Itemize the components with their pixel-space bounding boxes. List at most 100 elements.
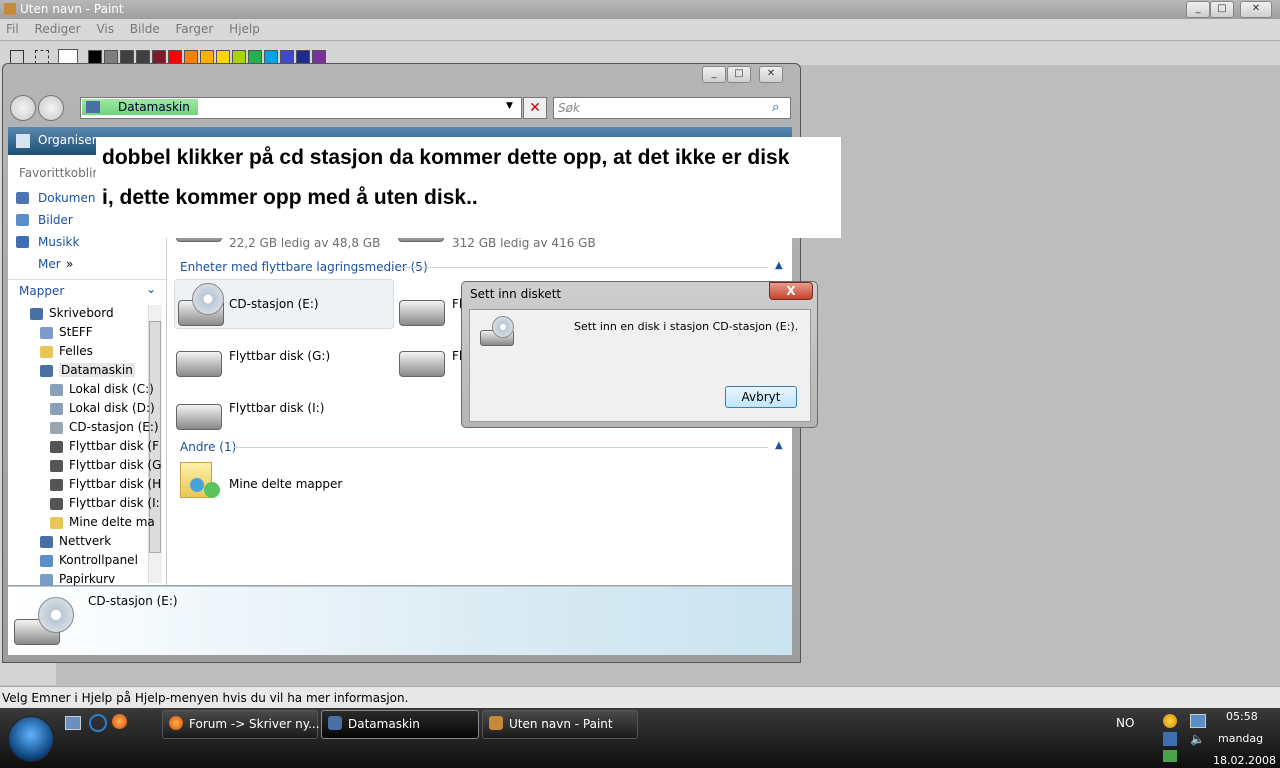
volume-icon[interactable]: 🔈: [1190, 732, 1205, 746]
taskbar-button-forum[interactable]: Forum -> Skriver ny...: [162, 710, 320, 739]
tree-item[interactable]: Papirkurv: [59, 572, 115, 586]
paint-menu-bar: Fil Rediger Vis Bilde Farger Hjelp: [0, 19, 1280, 41]
drive-g-icon[interactable]: [176, 351, 222, 377]
palette-swatch[interactable]: [120, 50, 134, 64]
palette-swatch[interactable]: [280, 50, 294, 64]
shared-folders-label[interactable]: Mine delte mapper: [229, 477, 342, 491]
taskbar-button-paint[interactable]: Uten navn - Paint: [482, 710, 638, 739]
maximize-button[interactable]: □: [1210, 1, 1234, 18]
organize-button[interactable]: Organiser: [38, 133, 97, 147]
annotation-box: dobbel klikker på cd stasjon da kommer d…: [96, 137, 841, 238]
drive-i-label[interactable]: Flyttbar disk (I:): [229, 401, 324, 415]
menu-farger[interactable]: Farger: [170, 19, 220, 39]
network-icon[interactable]: [1190, 714, 1206, 728]
palette-swatch[interactable]: [104, 50, 118, 64]
group-collapse-icon[interactable]: ▲: [775, 260, 783, 271]
menu-rediger[interactable]: Rediger: [29, 19, 87, 39]
tree-item[interactable]: Flyttbar disk (H: [69, 477, 161, 491]
clock-time[interactable]: 05:58: [1226, 710, 1258, 723]
tree-item[interactable]: Kontrollpanel: [59, 553, 138, 567]
minimize-button[interactable]: _: [1186, 1, 1210, 18]
cd-drive-label[interactable]: CD-stasjon (E:): [229, 297, 319, 311]
computer-icon: [86, 101, 100, 113]
tree-item[interactable]: CD-stasjon (E:): [69, 420, 159, 434]
tree-item[interactable]: Mine delte ma: [69, 515, 155, 529]
firefox-icon[interactable]: [112, 714, 127, 729]
palette-swatch[interactable]: [152, 50, 166, 64]
dialog-close-button[interactable]: X: [769, 282, 813, 300]
favorite-pictures[interactable]: Bilder: [38, 213, 73, 227]
tree-item[interactable]: StEFF: [59, 325, 93, 339]
tray-update-icon[interactable]: [1163, 750, 1177, 762]
internet-explorer-icon[interactable]: [89, 714, 107, 732]
palette-swatch[interactable]: [136, 50, 150, 64]
other-group-header[interactable]: Andre (1): [180, 440, 236, 454]
search-input[interactable]: Søk ⌕: [553, 97, 791, 119]
drive-h-icon[interactable]: [399, 351, 445, 377]
favorite-more[interactable]: Mer: [38, 257, 61, 271]
drive-i-icon[interactable]: [176, 404, 222, 430]
folders-header-bar[interactable]: Mapper ⌄: [8, 279, 166, 302]
tree-item[interactable]: Lokal disk (C:): [69, 382, 154, 396]
explorer-maximize-button[interactable]: □: [727, 66, 751, 83]
tree-item[interactable]: Datamaskin: [59, 363, 135, 377]
palette-swatch[interactable]: [184, 50, 198, 64]
tree-item[interactable]: Flyttbar disk (I:: [69, 496, 160, 510]
explorer-close-button[interactable]: ✕: [759, 66, 783, 83]
removable-group-header[interactable]: Enheter med flyttbare lagringsmedier (5): [180, 260, 428, 274]
menu-bilde[interactable]: Bilde: [124, 19, 166, 39]
search-placeholder: Søk: [558, 101, 580, 115]
palette-swatch[interactable]: [296, 50, 310, 64]
search-icon[interactable]: ⌕: [772, 100, 779, 115]
explorer-minimize-button[interactable]: _: [702, 66, 726, 83]
tree-item[interactable]: Lokal disk (D:): [69, 401, 155, 415]
tree-item-icon: [50, 403, 63, 415]
back-button[interactable]: [10, 95, 36, 121]
more-chevron-icon[interactable]: »: [66, 257, 73, 271]
palette-swatch[interactable]: [248, 50, 262, 64]
palette-swatch[interactable]: [312, 50, 326, 64]
language-indicator[interactable]: NO: [1116, 716, 1134, 730]
palette-swatch[interactable]: [232, 50, 246, 64]
select-icon[interactable]: [35, 50, 49, 64]
tree-item-icon: [50, 460, 63, 472]
breadcrumb-datamaskin[interactable]: Datamaskin: [118, 100, 190, 114]
clock-date[interactable]: 18.02.2008: [1213, 754, 1276, 767]
collapse-chevron-icon[interactable]: ⌄: [146, 282, 156, 296]
cd-disc-icon: [192, 283, 224, 315]
free-select-icon[interactable]: [10, 50, 24, 64]
breadcrumb[interactable]: Datamaskin: [82, 99, 198, 115]
palette-swatch[interactable]: [200, 50, 214, 64]
folders-header[interactable]: Mapper: [19, 284, 64, 298]
group-divider: [233, 447, 768, 448]
start-button[interactable]: [8, 716, 54, 762]
favorite-music[interactable]: Musikk: [38, 235, 79, 249]
tray-media-icon[interactable]: [1163, 732, 1177, 746]
drive-f-icon[interactable]: [399, 300, 445, 326]
details-cd-icon: [38, 597, 74, 633]
address-dropdown-icon[interactable]: ▼: [506, 101, 513, 111]
menu-vis[interactable]: Vis: [90, 19, 120, 39]
stop-icon[interactable]: ✕: [523, 97, 547, 119]
dialog-message: Sett inn en disk i stasjon CD-stasjon (E…: [574, 320, 799, 333]
tree-item[interactable]: Skrivebord: [49, 306, 114, 320]
group-collapse-icon[interactable]: ▲: [775, 440, 783, 451]
palette-swatch[interactable]: [216, 50, 230, 64]
tree-item[interactable]: Felles: [59, 344, 93, 358]
tree-item[interactable]: Flyttbar disk (G: [69, 458, 161, 472]
cancel-button[interactable]: Avbryt: [725, 386, 797, 408]
tree-item[interactable]: Flyttbar disk (F: [69, 439, 159, 453]
palette-swatch[interactable]: [264, 50, 278, 64]
show-desktop-icon[interactable]: [65, 716, 81, 730]
tray-security-icon[interactable]: [1163, 714, 1177, 728]
taskbar-button-datamaskin[interactable]: Datamaskin: [321, 710, 479, 739]
menu-hjelp[interactable]: Hjelp: [223, 19, 266, 39]
tree-item[interactable]: Nettverk: [59, 534, 111, 548]
close-button[interactable]: ✕: [1240, 1, 1272, 18]
clock-day[interactable]: mandag: [1218, 732, 1263, 745]
palette-swatch[interactable]: [168, 50, 182, 64]
forward-button[interactable]: [38, 95, 64, 121]
palette-swatch[interactable]: [88, 50, 102, 64]
drive-g-label[interactable]: Flyttbar disk (G:): [229, 349, 330, 363]
menu-fil[interactable]: Fil: [0, 19, 25, 39]
